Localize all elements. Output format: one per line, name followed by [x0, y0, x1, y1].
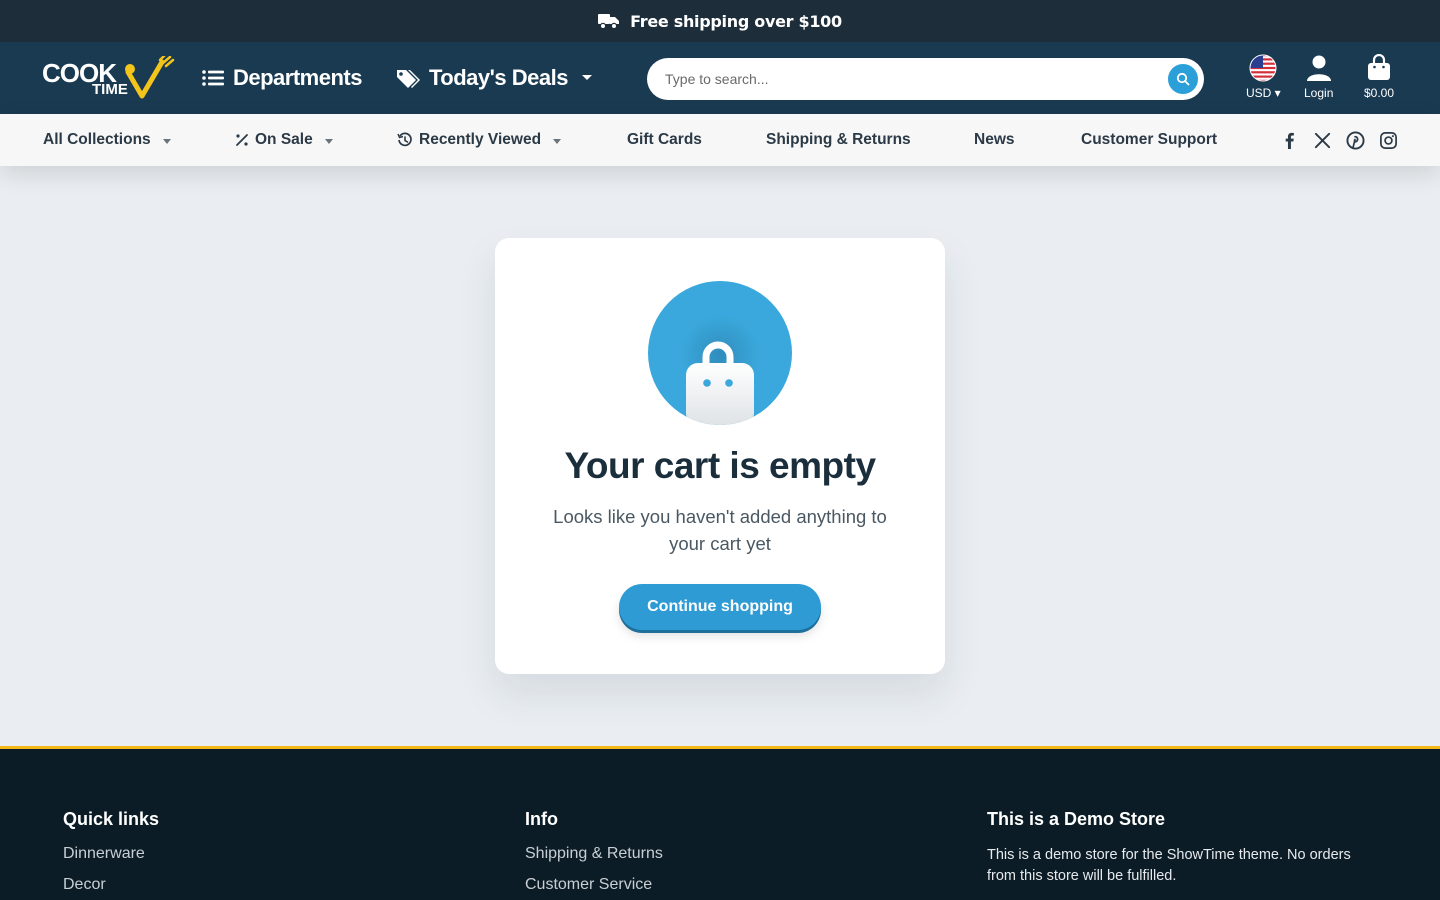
footer-link-decor[interactable]: Decor — [63, 876, 159, 894]
instagram-icon[interactable] — [1379, 131, 1398, 150]
empty-cart-illustration — [648, 281, 792, 425]
continue-shopping-button[interactable]: Continue shopping — [619, 584, 821, 630]
nav-label: On Sale — [255, 131, 313, 148]
tags-icon — [397, 70, 420, 88]
nav-shipping-returns[interactable]: Shipping & Returns — [766, 114, 911, 166]
nav-all-collections[interactable]: All Collections — [43, 114, 171, 166]
social-links — [1280, 114, 1398, 166]
footer-link-customer-service[interactable]: Customer Service — [525, 876, 663, 894]
currency-label: USD ▾ — [1246, 86, 1281, 100]
nav-label: Gift Cards — [627, 131, 702, 148]
truck-icon — [598, 14, 620, 30]
footer-link-dinnerware[interactable]: Dinnerware — [63, 845, 159, 863]
facebook-icon[interactable] — [1280, 131, 1299, 150]
empty-cart-title: Your cart is empty — [564, 445, 876, 486]
caret-down-icon — [553, 138, 562, 144]
cart-page: Your cart is empty Looks like you haven'… — [0, 166, 1440, 746]
search-input[interactable] — [665, 71, 1145, 87]
nav-customer-support[interactable]: Customer Support — [1081, 114, 1217, 166]
nav-gift-cards[interactable]: Gift Cards — [627, 114, 702, 166]
departments-label: Departments — [233, 65, 362, 90]
nav-label: News — [974, 131, 1015, 148]
login-label: Login — [1304, 86, 1334, 100]
secondary-nav: All Collections On Sale Recently Viewed … — [0, 114, 1440, 166]
nav-news[interactable]: News — [974, 114, 1015, 166]
footer-info: Info Shipping & Returns Customer Service — [525, 809, 663, 900]
nav-label: Shipping & Returns — [766, 131, 911, 148]
nav-label: All Collections — [43, 131, 151, 148]
user-icon — [1306, 55, 1331, 81]
store-logo[interactable]: COOK TIME — [42, 56, 177, 102]
site-footer: Quick links Dinnerware Decor Info Shippi… — [0, 746, 1440, 900]
announcement-text: Free shipping over $100 — [630, 11, 842, 31]
search-bar — [647, 58, 1204, 100]
x-twitter-icon[interactable] — [1313, 131, 1332, 150]
todays-deals-menu[interactable]: Today's Deals — [396, 42, 593, 114]
empty-cart-card: Your cart is empty Looks like you haven'… — [495, 238, 945, 674]
caret-down-icon — [162, 138, 171, 144]
nav-label: Recently Viewed — [419, 131, 542, 148]
caret-down-icon — [324, 138, 333, 144]
footer-demo-text: This is a demo store for the ShowTime th… — [987, 847, 1351, 884]
empty-cart-message: Looks like you haven't added anything to… — [553, 506, 887, 554]
footer-heading: This is a Demo Store — [987, 809, 1166, 829]
login-link[interactable]: Login — [1304, 54, 1333, 100]
list-icon — [202, 70, 224, 86]
nav-label: Customer Support — [1081, 131, 1218, 148]
history-icon — [397, 132, 412, 147]
search-icon — [1176, 72, 1190, 86]
cart-link[interactable]: $0.00 — [1364, 54, 1394, 100]
footer-quick-links: Quick links Dinnerware Decor — [63, 809, 159, 900]
percent-icon — [236, 134, 248, 146]
footer-heading: Info — [525, 809, 558, 829]
shopping-bag-icon — [686, 341, 754, 425]
footer-heading: Quick links — [63, 809, 160, 829]
departments-menu[interactable]: Departments — [202, 42, 362, 114]
nav-recently-viewed[interactable]: Recently Viewed — [397, 114, 562, 166]
shopping-bag-icon — [1368, 54, 1391, 80]
nav-on-sale[interactable]: On Sale — [235, 114, 333, 166]
announcement-bar: Free shipping over $100 — [0, 0, 1440, 42]
currency-selector[interactable]: USD ▾ — [1246, 54, 1281, 100]
us-flag-icon — [1249, 54, 1277, 82]
chevron-down-icon — [581, 75, 592, 80]
fork-check-icon — [125, 56, 175, 99]
footer-demo-notice: This is a Demo Store This is a demo stor… — [987, 809, 1367, 887]
cart-total: $0.00 — [1364, 86, 1395, 100]
footer-link-shipping-returns[interactable]: Shipping & Returns — [525, 845, 663, 863]
site-header: COOK TIME Departments Today's Deals Type… — [0, 42, 1440, 114]
todays-deals-label: Today's Deals — [429, 65, 568, 90]
search-button[interactable] — [1166, 62, 1200, 96]
pinterest-icon[interactable] — [1346, 130, 1365, 150]
